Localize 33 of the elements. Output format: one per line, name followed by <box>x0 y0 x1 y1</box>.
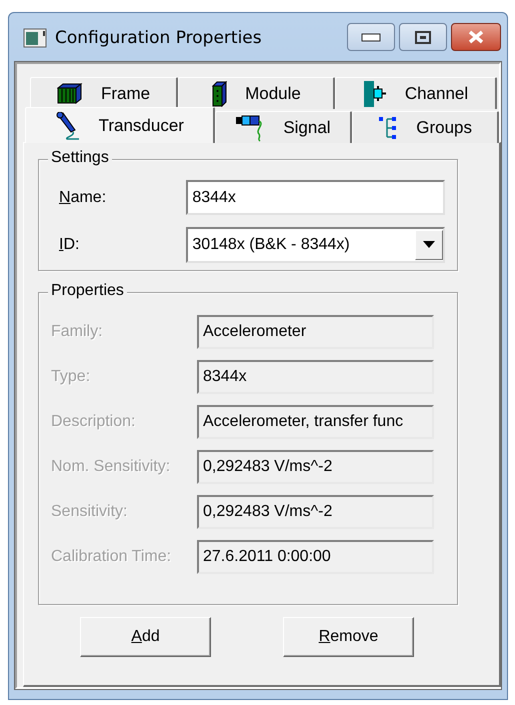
app-icon <box>23 28 47 48</box>
field-label: Sensitivity: <box>51 503 128 521</box>
dialog-button[interactable]: Remove <box>283 617 414 657</box>
close-icon <box>467 30 485 44</box>
tab[interactable]: Channel <box>335 77 497 109</box>
field-label: Family: <box>51 323 104 341</box>
tab[interactable]: Module <box>178 77 335 109</box>
transducer-icon <box>54 112 81 140</box>
field-label: Type: <box>51 368 92 386</box>
tree-icon <box>378 116 398 140</box>
tab[interactable]: Groups <box>352 111 499 143</box>
name-field[interactable]: 8344x <box>186 180 445 215</box>
field-label: Description: <box>51 413 136 431</box>
tab[interactable]: Signal <box>214 111 352 143</box>
restore-icon <box>415 30 431 44</box>
dialog-button[interactable]: Add <box>80 617 211 657</box>
module-icon <box>211 80 228 106</box>
channel-icon <box>362 80 387 108</box>
close-button[interactable] <box>451 23 501 51</box>
field-label: Name: <box>58 188 108 206</box>
field-label: ID: <box>58 236 80 254</box>
tab[interactable]: Transducer <box>25 107 215 143</box>
id-dropdown[interactable]: 30148x (B&K - 8344x) <box>186 226 445 262</box>
group-title: Properties <box>48 282 127 300</box>
group-title: Settings <box>48 149 112 167</box>
field-label: Nom. Sensitivity: <box>51 458 172 476</box>
field-label: Calibration Time: <box>51 548 172 566</box>
minimize-button[interactable] <box>347 23 395 51</box>
frame-icon <box>56 82 83 104</box>
minimize-icon <box>361 32 381 42</box>
window-title: Configuration Properties <box>55 28 263 48</box>
tab[interactable]: Frame <box>30 77 178 109</box>
maximize-button[interactable] <box>399 23 447 51</box>
